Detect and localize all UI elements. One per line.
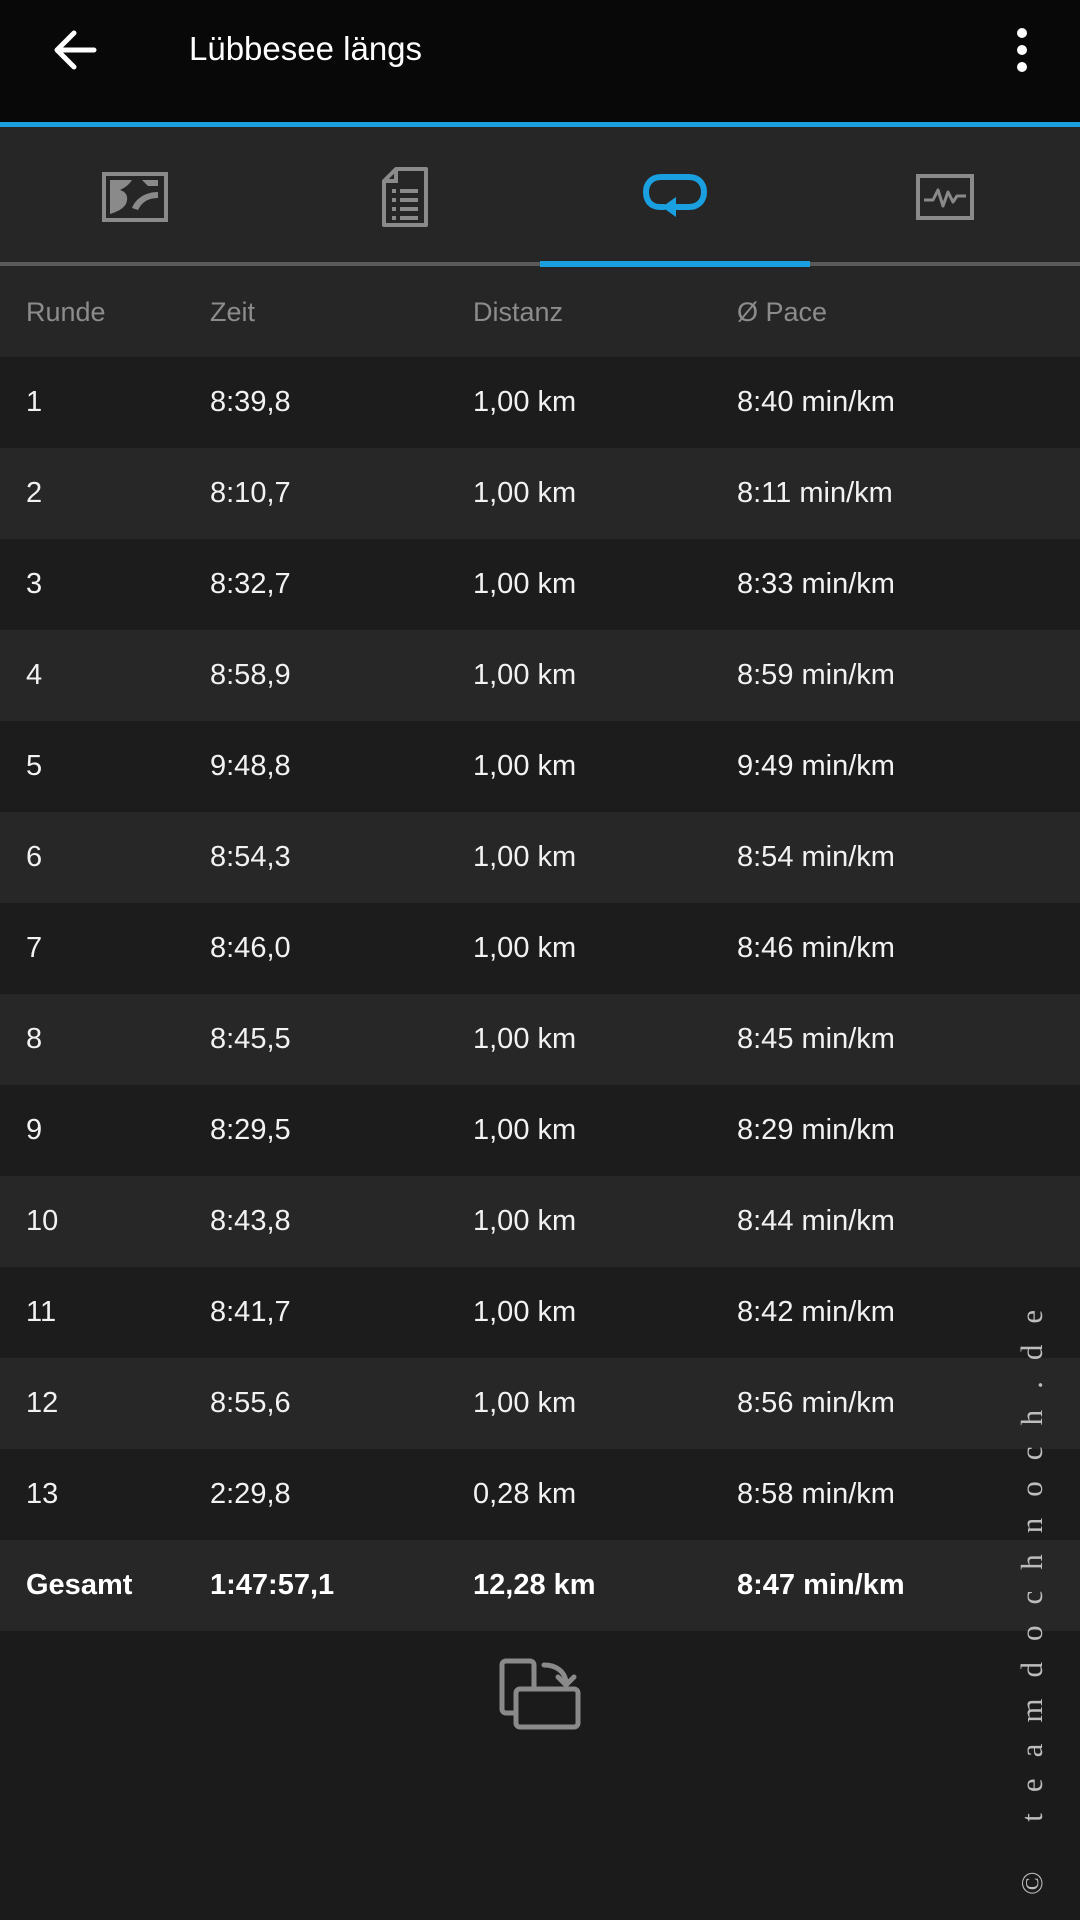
lap-pace: 8:45 min/km [737,1023,895,1055]
lap-distance: 1,00 km [473,1296,577,1328]
total-time: 1:47:57,1 [210,1569,335,1601]
lap-time: 8:39,8 [210,386,291,418]
laps-loop-icon [642,174,708,217]
lap-number: 1 [26,386,43,418]
watermark-text: © teamdochnoch.de [1014,1288,1049,1895]
lap-number: 5 [26,750,43,782]
lap-distance: 1,00 km [473,568,577,600]
lap-number: 8 [26,1023,43,1055]
lap-time: 8:29,5 [210,1114,291,1146]
lap-distance: 1,00 km [473,932,577,964]
lap-time: 8:55,6 [210,1387,291,1419]
header-lap: Runde [26,296,106,327]
map-icon [102,172,168,222]
chart-icon [916,174,974,220]
details-list-icon [382,167,428,227]
lap-pace: 8:58 min/km [737,1478,895,1510]
app-bar: Lübbesee längs [0,0,1080,122]
table-row[interactable]: 11 8:41,7 1,00 km 8:42 min/km [0,1267,1080,1358]
header-distance: Distanz [473,296,564,327]
screen-rotate-icon [499,1658,581,1730]
lap-pace: 9:49 min/km [737,750,895,782]
lap-number: 3 [26,568,43,600]
lap-pace: 8:59 min/km [737,659,895,691]
table-row[interactable]: 1 8:39,8 1,00 km 8:40 min/km [0,357,1080,448]
more-vertical-icon [1017,28,1027,72]
total-label: Gesamt [26,1569,133,1601]
lap-time: 8:43,8 [210,1205,291,1237]
lap-distance: 0,28 km [473,1478,577,1510]
lap-pace: 8:42 min/km [737,1296,895,1328]
tab-map[interactable] [0,127,270,267]
app-screen: Lübbesee längs Runde Zeit Distanz Ø Pace… [0,0,1080,1920]
lap-distance: 1,00 km [473,659,577,691]
header-pace: Ø Pace [737,296,828,327]
lap-distance: 1,00 km [473,477,577,509]
rotate-screen-button[interactable] [496,1655,584,1733]
back-button[interactable] [38,18,110,82]
table-row[interactable]: 5 9:48,8 1,00 km 9:49 min/km [0,721,1080,812]
page-title: Lübbesee längs [189,30,423,67]
lap-distance: 1,00 km [473,1023,577,1055]
tab-details[interactable] [270,127,540,267]
lap-pace: 8:46 min/km [737,932,895,964]
lap-time: 8:41,7 [210,1296,291,1328]
table-total-row: Gesamt 1:47:57,1 12,28 km 8:47 min/km [0,1540,1080,1631]
lap-number: 12 [26,1387,59,1419]
lap-pace: 8:33 min/km [737,568,895,600]
table-header: Runde Zeit Distanz Ø Pace [0,267,1080,357]
lap-time: 9:48,8 [210,750,291,782]
watermark: © teamdochnoch.de [1008,1105,1064,1895]
lap-time: 8:58,9 [210,659,291,691]
table-row[interactable]: 6 8:54,3 1,00 km 8:54 min/km [0,812,1080,903]
table-row[interactable]: 9 8:29,5 1,00 km 8:29 min/km [0,1085,1080,1176]
lap-distance: 1,00 km [473,841,577,873]
header-time: Zeit [210,296,256,327]
lap-pace: 8:56 min/km [737,1387,895,1419]
lap-number: 6 [26,841,43,873]
lap-distance: 1,00 km [473,1205,577,1237]
lap-time: 2:29,8 [210,1478,291,1510]
lap-time: 8:45,5 [210,1023,291,1055]
lap-pace: 8:54 min/km [737,841,895,873]
table-row[interactable]: 8 8:45,5 1,00 km 8:45 min/km [0,994,1080,1085]
tab-charts[interactable] [810,127,1080,267]
lap-pace: 8:11 min/km [737,477,893,509]
lap-distance: 1,00 km [473,1387,577,1419]
table-row[interactable]: 13 2:29,8 0,28 km 8:58 min/km [0,1449,1080,1540]
lap-pace: 8:44 min/km [737,1205,895,1237]
lap-time: 8:32,7 [210,568,291,600]
table-row[interactable]: 2 8:10,7 1,00 km 8:11 min/km [0,448,1080,539]
lap-pace: 8:40 min/km [737,386,895,418]
lap-number: 13 [26,1478,59,1510]
laps-table: Runde Zeit Distanz Ø Pace 1 8:39,8 1,00 … [0,267,1080,1631]
tab-laps[interactable] [540,127,810,267]
lap-number: 11 [26,1296,57,1328]
table-row[interactable]: 10 8:43,8 1,00 km 8:44 min/km [0,1176,1080,1267]
lap-pace: 8:29 min/km [737,1114,895,1146]
table-row[interactable]: 12 8:55,6 1,00 km 8:56 min/km [0,1358,1080,1449]
arrow-left-icon [54,30,97,70]
lap-distance: 1,00 km [473,750,577,782]
table-row[interactable]: 4 8:58,9 1,00 km 8:59 min/km [0,630,1080,721]
lap-time: 8:10,7 [210,477,291,509]
lap-number: 2 [26,477,43,509]
lap-distance: 1,00 km [473,386,577,418]
table-row[interactable]: 3 8:32,7 1,00 km 8:33 min/km [0,539,1080,630]
lap-time: 8:46,0 [210,932,291,964]
lap-number: 4 [26,659,43,691]
lap-number: 7 [26,932,43,964]
table-row[interactable]: 7 8:46,0 1,00 km 8:46 min/km [0,903,1080,994]
lap-number: 9 [26,1114,43,1146]
total-distance: 12,28 km [473,1569,596,1601]
lap-number: 10 [26,1205,59,1237]
lap-distance: 1,00 km [473,1114,577,1146]
more-options-button[interactable] [996,18,1048,82]
lap-time: 8:54,3 [210,841,291,873]
total-pace: 8:47 min/km [737,1569,905,1601]
